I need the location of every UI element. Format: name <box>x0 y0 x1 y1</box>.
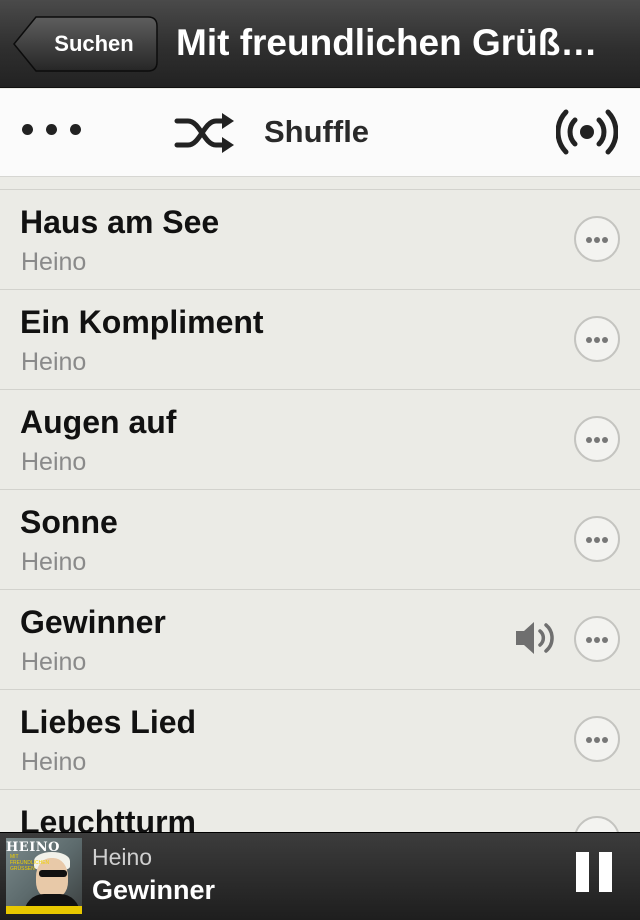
pause-button[interactable] <box>572 852 616 898</box>
album-art-band-name: HEINO <box>6 840 60 855</box>
more-dots-icon[interactable] <box>22 124 82 135</box>
track-row[interactable]: Liebes Lied Heino <box>0 690 640 790</box>
track-artist: Heino <box>21 648 87 676</box>
track-more-button[interactable] <box>574 516 620 562</box>
back-button[interactable]: Suchen <box>34 16 154 72</box>
pause-icon <box>576 852 589 892</box>
track-title: Leuchtturm <box>20 804 196 832</box>
track-title: Sonne <box>20 504 118 540</box>
track-row[interactable]: Sonne Heino <box>0 490 640 590</box>
track-row-now-playing[interactable]: Gewinner Heino <box>0 590 640 690</box>
track-artist: Heino <box>21 248 87 276</box>
track-title: Haus am See <box>20 204 220 240</box>
track-more-button[interactable] <box>574 316 620 362</box>
shuffle-icon[interactable] <box>174 111 236 155</box>
pause-icon <box>599 852 612 892</box>
track-more-button[interactable] <box>574 616 620 662</box>
track-more-button[interactable] <box>574 816 620 832</box>
track-artist: Heino <box>21 548 87 576</box>
track-row[interactable]: Leuchtturm <box>0 790 640 832</box>
album-art[interactable]: HEINO MIT FREUNDLICHEN GRÜSSEN <box>6 838 82 914</box>
toolbar-divider <box>0 178 640 190</box>
speaker-icon <box>516 622 554 654</box>
nav-bar: Suchen Mit freundlichen Grüß… <box>0 0 640 88</box>
album-art-stripe <box>6 906 82 914</box>
track-artist: Heino <box>21 448 87 476</box>
track-title: Gewinner <box>20 604 166 640</box>
track-artist: Heino <box>21 748 87 776</box>
track-title: Augen auf <box>20 404 177 440</box>
shuffle-button[interactable]: Shuffle <box>264 112 369 152</box>
track-title: Liebes Lied <box>20 704 197 740</box>
now-playing-title: Gewinner <box>92 875 216 905</box>
track-title: Ein Kompliment <box>20 304 264 340</box>
page-title: Mit freundlichen Grüß… <box>176 22 598 63</box>
track-more-button[interactable] <box>574 416 620 462</box>
track-row[interactable]: Ein Kompliment Heino <box>0 290 640 390</box>
album-art-subtitle: MIT FREUNDLICHEN GRÜSSEN <box>10 854 50 872</box>
track-more-button[interactable] <box>574 216 620 262</box>
track-row[interactable]: Augen auf Heino <box>0 390 640 490</box>
broadcast-icon[interactable] <box>556 108 618 156</box>
track-list[interactable]: Haus am See Heino Ein Kompliment Heino A… <box>0 190 640 832</box>
now-playing-artist: Heino <box>92 844 153 870</box>
track-row[interactable]: Haus am See Heino <box>0 190 640 290</box>
track-artist: Heino <box>21 348 87 376</box>
track-more-button[interactable] <box>574 716 620 762</box>
